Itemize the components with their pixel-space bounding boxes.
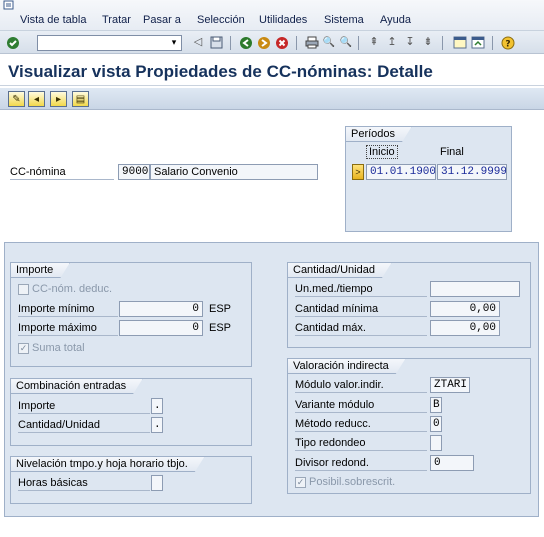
menu-vista-de-tabla[interactable]: Vista de tabla xyxy=(20,14,86,26)
posibil-label: Posibil.sobrescrit. xyxy=(309,476,396,488)
cantidad-min-label: Cantidad mínima xyxy=(295,301,427,317)
importe-max-label: Importe máximo xyxy=(18,320,118,336)
period-end-field[interactable]: 31.12.9999 xyxy=(437,164,507,180)
create-session-icon[interactable] xyxy=(452,35,468,50)
system-toolbar: ▾ ◁ 🔍 🔍 ⇞ ↥ ↧ ⇟ ? xyxy=(0,30,544,54)
importe-max-field[interactable]: 0 xyxy=(119,320,203,336)
print-icon[interactable] xyxy=(304,35,320,50)
cc-nomina-code-field[interactable]: 9000 xyxy=(118,164,150,180)
page-title: Visualizar vista Propiedades de CC-nómin… xyxy=(8,62,433,81)
cc-nomina-text-field: Salario Convenio xyxy=(150,164,318,180)
horas-basicas-field[interactable] xyxy=(151,475,163,491)
unmed-label: Un.med./tiempo xyxy=(295,281,427,297)
separator xyxy=(296,36,297,50)
cantidad-max-label: Cantidad máx. xyxy=(295,320,427,336)
variante-label: Variante módulo xyxy=(295,397,427,413)
application-toolbar: ✎ ◂ ▸ ▤ xyxy=(0,88,544,110)
redondeo-label: Tipo redondeo xyxy=(295,435,427,451)
separator xyxy=(230,36,231,50)
horas-basicas-label: Horas básicas xyxy=(18,475,150,491)
separator xyxy=(442,36,443,50)
importe-min-label: Importe mínimo xyxy=(18,301,118,317)
next-page-icon[interactable]: ↧ xyxy=(402,35,418,50)
app-menu-icon[interactable] xyxy=(3,0,15,12)
cc-nomina-label: CC-nómina xyxy=(10,164,114,180)
combinacion-importe-field[interactable]: . xyxy=(151,398,163,414)
periods-group: Períodos Inicio Final > 01.01.1900 31.12… xyxy=(345,126,512,232)
importe-title: Importe xyxy=(10,262,70,278)
period-start-field[interactable]: 01.01.1900 xyxy=(366,164,436,180)
menu-bar: Vista de tabla Tratar Pasar a Selección … xyxy=(0,0,544,30)
first-page-icon[interactable]: ⇞ xyxy=(366,35,382,50)
next-entry-icon[interactable]: ▸ xyxy=(50,91,67,107)
deduc-label: CC-nóm. deduc. xyxy=(32,283,113,295)
suma-total-checkbox: ✓ xyxy=(18,343,29,354)
cancel-icon[interactable] xyxy=(274,35,290,50)
menu-utilidades[interactable]: Utilidades xyxy=(259,14,307,26)
importe-group: Importe CC-nóm. deduc. Importe mínimo 0 … xyxy=(10,262,252,367)
variante-field[interactable]: B xyxy=(430,397,442,413)
last-page-icon[interactable]: ⇟ xyxy=(420,35,436,50)
combinacion-importe-label: Importe xyxy=(18,398,150,414)
valoracion-title: Valoración indirecta xyxy=(287,358,406,374)
unmed-field[interactable] xyxy=(430,281,520,297)
command-dropdown-icon[interactable]: ▾ xyxy=(166,35,182,50)
valoracion-group: Valoración indirecta Módulo valor.indir.… xyxy=(287,358,531,494)
previous-entry-icon[interactable]: ◂ xyxy=(28,91,45,107)
find-next-icon[interactable]: 🔍 xyxy=(338,35,354,50)
metodo-label: Método reducc. xyxy=(295,416,427,432)
enter-icon[interactable] xyxy=(5,35,21,50)
cantidad-max-field[interactable]: 0,00 xyxy=(430,320,500,336)
menu-tratar[interactable]: Tratar xyxy=(102,14,131,26)
previous-page-icon[interactable]: ↥ xyxy=(384,35,400,50)
separator xyxy=(358,36,359,50)
end-label: Final xyxy=(440,146,464,158)
periods-title: Períodos xyxy=(345,126,412,142)
cantidad-min-field[interactable]: 0,00 xyxy=(430,301,500,317)
combinacion-group: Combinación entradas Importe . Cantidad/… xyxy=(10,378,252,446)
menu-ayuda[interactable]: Ayuda xyxy=(380,14,411,26)
find-icon[interactable]: 🔍 xyxy=(321,35,337,50)
back-green-icon[interactable] xyxy=(238,35,254,50)
menu-pasar-a[interactable]: Pasar a xyxy=(143,14,181,26)
svg-text:?: ? xyxy=(505,39,510,49)
nivelacion-group: Nivelación tmpo.y hoja horario tbjo. Hor… xyxy=(10,456,252,504)
command-field[interactable] xyxy=(37,35,182,51)
redondeo-field[interactable] xyxy=(430,435,442,451)
suma-total-label: Suma total xyxy=(32,342,85,354)
back-icon[interactable]: ◁ xyxy=(190,35,206,50)
combinacion-title: Combinación entradas xyxy=(10,378,143,394)
shortcut-icon[interactable] xyxy=(470,35,486,50)
divisor-field[interactable]: 0 xyxy=(430,455,474,471)
menu-sistema[interactable]: Sistema xyxy=(324,14,364,26)
help-icon[interactable]: ? xyxy=(500,35,516,50)
modulo-label: Módulo valor.indir. xyxy=(295,377,427,393)
importe-min-field[interactable]: 0 xyxy=(119,301,203,317)
display-change-icon[interactable]: ✎ xyxy=(8,91,25,107)
nivelacion-title: Nivelación tmpo.y hoja horario tbjo. xyxy=(10,456,205,472)
save-icon[interactable] xyxy=(208,35,224,50)
other-entry-icon[interactable]: ▤ xyxy=(72,91,89,107)
menu-seleccion[interactable]: Selección xyxy=(197,14,245,26)
metodo-field[interactable]: 0 xyxy=(430,416,442,432)
divisor-label: Divisor redond. xyxy=(295,455,427,471)
deduc-checkbox xyxy=(18,284,29,295)
start-label: Inicio xyxy=(366,145,398,159)
period-select-icon[interactable]: > xyxy=(352,164,364,180)
importe-min-unit: ESP xyxy=(209,303,232,315)
importe-max-unit: ESP xyxy=(209,322,232,334)
combinacion-cantidad-label: Cantidad/Unidad xyxy=(18,417,150,433)
modulo-field[interactable]: ZTARI xyxy=(430,377,470,393)
cantidad-title: Cantidad/Unidad xyxy=(287,262,392,278)
combinacion-cantidad-field[interactable]: . xyxy=(151,417,163,433)
separator xyxy=(492,36,493,50)
exit-icon[interactable] xyxy=(256,35,272,50)
cantidad-group: Cantidad/Unidad Un.med./tiempo Cantidad … xyxy=(287,262,531,348)
posibil-checkbox: ✓ xyxy=(295,477,306,488)
